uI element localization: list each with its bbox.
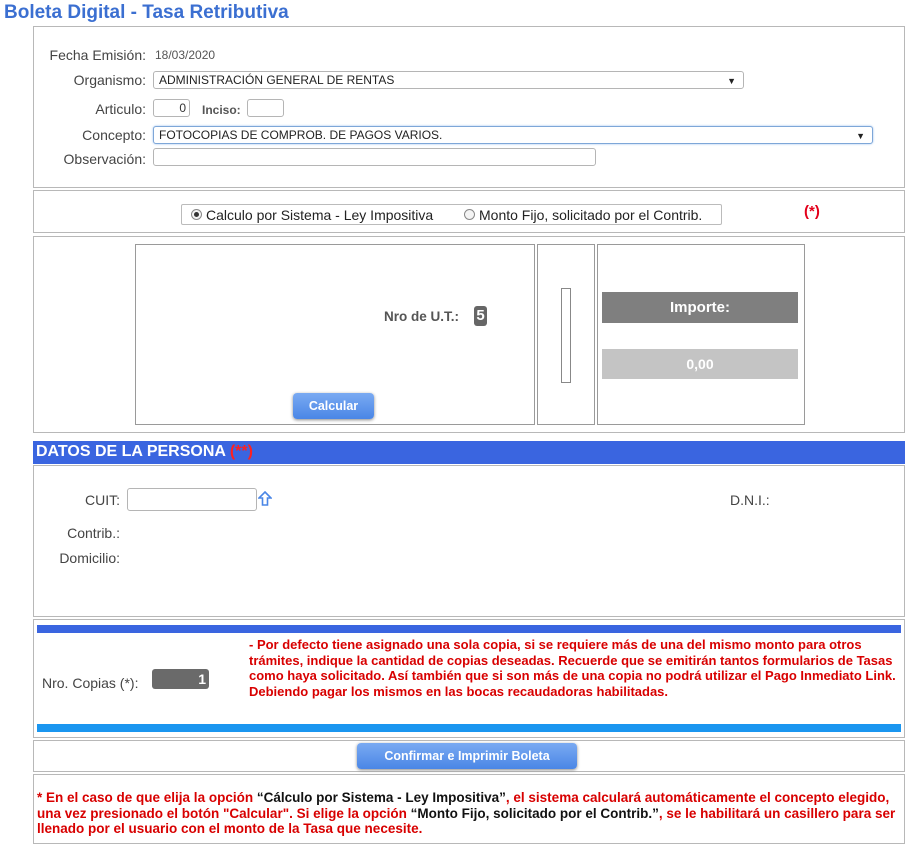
persona-section-mark: (**) <box>229 443 253 460</box>
domicilio-label: Domicilio: <box>59 550 120 566</box>
observacion-input[interactable] <box>153 148 596 166</box>
inciso-input[interactable] <box>247 99 284 117</box>
inciso-label: Inciso: <box>202 103 241 117</box>
fecha-emision-value: 18/03/2020 <box>155 48 216 62</box>
fixed-amount-field <box>561 288 571 383</box>
fecha-emision-label: Fecha Emisión: <box>49 47 146 63</box>
footnote-option-sistema: “Cálculo por Sistema - Ley Impositiva” <box>256 790 506 805</box>
chevron-down-icon: ▼ <box>727 76 736 86</box>
page-title: Boleta Digital - Tasa Retributiva <box>4 2 289 23</box>
footnote-part-1: * En el caso de que elija la opción <box>37 790 257 805</box>
cuit-label: CUIT: <box>85 492 120 508</box>
contrib-label: Contrib.: <box>67 525 120 541</box>
footnote-text: * En el caso de que elija la opción “Cál… <box>37 790 899 837</box>
required-mark: (*) <box>804 203 820 220</box>
copias-panel: Nro. Copias (*): 1 - Por defecto tiene a… <box>33 619 905 738</box>
copias-bottom-bar <box>37 724 901 732</box>
cuit-input[interactable] <box>127 488 257 511</box>
calc-mode-radio-group: Calculo por Sistema - Ley Impositiva Mon… <box>181 204 722 225</box>
chevron-down-icon: ▼ <box>856 131 865 141</box>
ut-value: 5 <box>474 306 487 326</box>
footnote-option-monto-fijo: “Monto Fijo, solicitado por el Contrib.” <box>410 805 659 821</box>
copias-input[interactable]: 1 <box>152 669 209 689</box>
observacion-label: Observación: <box>63 151 146 167</box>
importe-header: Importe: <box>602 292 798 323</box>
copias-top-bar <box>37 625 901 633</box>
organismo-selected-value: ADMINISTRACIÓN GENERAL DE RENTAS <box>159 73 395 87</box>
persona-section-title: DATOS DE LA PERSONA <box>36 443 226 460</box>
radio-sistema[interactable] <box>191 209 202 220</box>
importe-value: 0,00 <box>602 349 798 379</box>
ut-panel: Nro de U.T.: 5 Calcular <box>135 244 535 425</box>
concepto-selected-value: FOTOCOPIAS DE COMPROB. DE PAGOS VARIOS. <box>159 128 443 142</box>
radio-sistema-label[interactable]: Calculo por Sistema - Ley Impositiva <box>206 207 433 223</box>
ut-label: Nro de U.T.: <box>384 309 460 324</box>
confirmar-imprimir-button[interactable]: Confirmar e Imprimir Boleta <box>357 743 577 769</box>
calc-mode-panel: Calculo por Sistema - Ley Impositiva Mon… <box>33 190 905 233</box>
organismo-select[interactable]: ADMINISTRACIÓN GENERAL DE RENTAS ▼ <box>153 71 744 89</box>
copias-note: - Por defecto tiene asignado una sola co… <box>249 637 896 699</box>
concepto-label: Concepto: <box>82 127 146 143</box>
middle-panel <box>537 244 595 425</box>
form-fields-panel: Fecha Emisión: 18/03/2020 Organismo: ADM… <box>33 26 905 188</box>
radio-monto-fijo-label[interactable]: Monto Fijo, solicitado por el Contrib. <box>479 207 702 223</box>
copias-label: Nro. Copias (*): <box>42 675 139 691</box>
dni-label: D.N.I.: <box>730 492 770 508</box>
calc-panel: Nro de U.T.: 5 Calcular Importe: 0,00 <box>33 236 905 433</box>
radio-monto-fijo[interactable] <box>464 209 475 220</box>
calcular-button[interactable]: Calcular <box>293 393 374 419</box>
articulo-label: Articulo: <box>95 101 146 117</box>
importe-panel: Importe: 0,00 <box>597 244 805 425</box>
arrow-up-icon[interactable] <box>257 490 273 507</box>
footnote-panel: * En el caso de que elija la opción “Cál… <box>33 774 905 844</box>
articulo-input[interactable]: 0 <box>153 99 190 117</box>
organismo-label: Organismo: <box>73 72 146 88</box>
persona-panel: CUIT: D.N.I.: Contrib.: Domicilio: <box>33 465 905 617</box>
persona-section-header: DATOS DE LA PERSONA (**) <box>33 441 905 464</box>
confirm-panel: Confirmar e Imprimir Boleta <box>33 740 905 772</box>
concepto-select[interactable]: FOTOCOPIAS DE COMPROB. DE PAGOS VARIOS. … <box>153 126 873 144</box>
